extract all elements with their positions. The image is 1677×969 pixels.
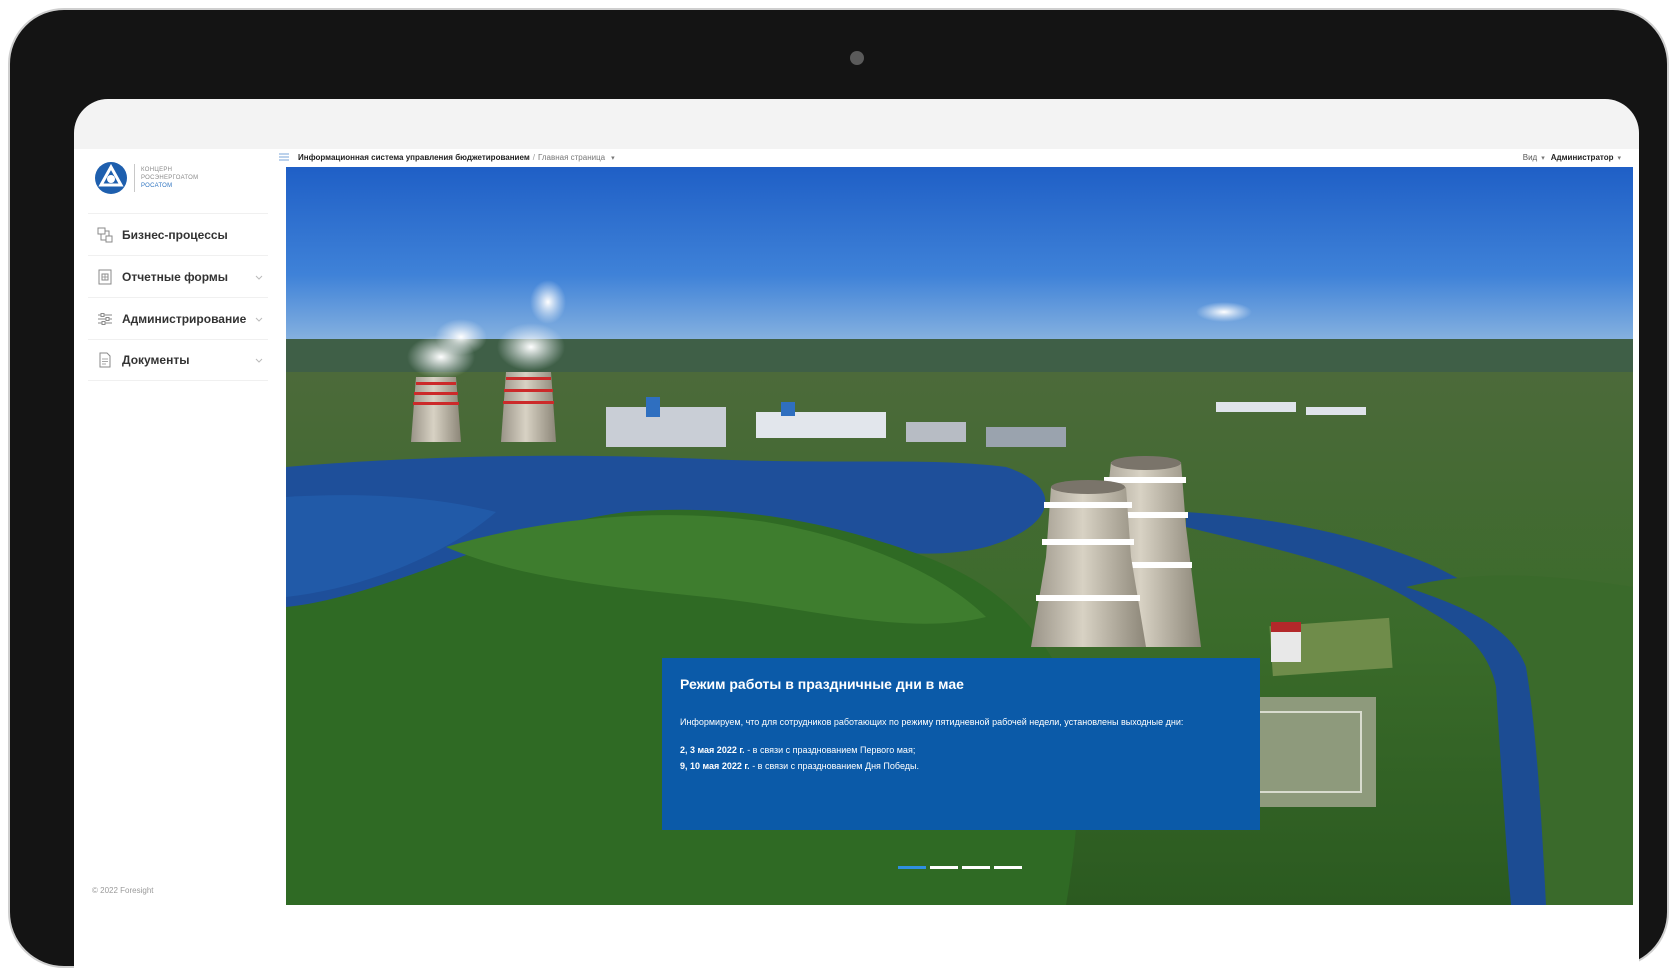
company-logo[interactable]: КОНЦЕРН РОСЭНЕРГОАТОМ РОСАТОМ bbox=[94, 161, 198, 195]
sidebar: КОНЦЕРН РОСЭНЕРГОАТОМ РОСАТОМ Бизнес-про… bbox=[74, 149, 274, 909]
logo-divider bbox=[134, 164, 135, 192]
copyright-text: © 2022 Foresight bbox=[92, 886, 154, 895]
top-bar: Информационная система управления бюджет… bbox=[274, 149, 1639, 167]
sidebar-item-report-forms[interactable]: Отчетные формы bbox=[88, 255, 268, 297]
news-card[interactable]: Режим работы в праздничные дни в мае Инф… bbox=[662, 658, 1260, 830]
sidebar-item-label: Отчетные формы bbox=[122, 269, 229, 284]
screen: КОНЦЕРН РОСЭНЕРГОАТОМ РОСАТОМ Бизнес-про… bbox=[74, 99, 1639, 969]
news-line-date: 9, 10 мая 2022 г. bbox=[680, 761, 750, 771]
view-menu[interactable]: Вид bbox=[1523, 153, 1537, 162]
view-dropdown-icon[interactable]: ▾ bbox=[1541, 155, 1545, 162]
slider-indicators bbox=[898, 866, 1026, 869]
chevron-down-icon[interactable] bbox=[254, 314, 264, 324]
page-dropdown-icon[interactable]: ▾ bbox=[611, 155, 615, 162]
logo-line2: РОСЭНЕРГОАТОМ bbox=[141, 175, 199, 181]
news-line: 2, 3 мая 2022 г. - в связи с праздновани… bbox=[680, 742, 1242, 758]
breadcrumb-current-page: Главная страница bbox=[537, 153, 606, 162]
news-title: Режим работы в праздничные дни в мае bbox=[680, 676, 964, 692]
admin-settings-icon bbox=[96, 310, 114, 328]
sidebar-item-documents[interactable]: Документы bbox=[88, 339, 268, 381]
logo-line1: КОНЦЕРН bbox=[141, 167, 173, 173]
user-menu[interactable]: Администратор bbox=[1551, 153, 1614, 162]
breadcrumb-app-name[interactable]: Информационная система управления бюджет… bbox=[298, 153, 530, 162]
news-line: 9, 10 мая 2022 г. - в связи с празднован… bbox=[680, 758, 1242, 774]
slide-indicator-1[interactable] bbox=[898, 866, 926, 869]
sidebar-item-business-processes[interactable]: Бизнес-процессы bbox=[88, 213, 268, 255]
slide-indicator-4[interactable] bbox=[994, 866, 1022, 869]
report-forms-icon bbox=[96, 268, 114, 286]
slide-indicator-3[interactable] bbox=[962, 866, 990, 869]
news-line-date: 2, 3 мая 2022 г. bbox=[680, 745, 745, 755]
sidebar-item-label: Бизнес-процессы bbox=[122, 227, 228, 242]
breadcrumb: Информационная система управления бюджет… bbox=[298, 153, 615, 162]
camera-dot bbox=[850, 51, 864, 65]
logo-text: КОНЦЕРН РОСЭНЕРГОАТОМ РОСАТОМ bbox=[141, 166, 198, 190]
news-text: Информируем, что для сотрудников работаю… bbox=[680, 717, 1184, 727]
hero-banner: Режим работы в праздничные дни в мае Инф… bbox=[286, 167, 1633, 905]
breadcrumb-separator: / bbox=[532, 153, 535, 162]
sidebar-item-label: Администрирование bbox=[122, 311, 247, 326]
process-icon bbox=[96, 226, 114, 244]
header-actions: Вид ▾ Администратор ▾ bbox=[1523, 153, 1627, 162]
device-frame: КОНЦЕРН РОСЭНЕРГОАТОМ РОСАТОМ Бизнес-про… bbox=[8, 8, 1669, 969]
chevron-down-icon[interactable] bbox=[254, 355, 264, 365]
chevron-down-icon[interactable] bbox=[254, 272, 264, 282]
document-icon bbox=[96, 351, 114, 369]
logo-line3: РОСАТОМ bbox=[141, 183, 173, 189]
user-dropdown-icon[interactable]: ▾ bbox=[1617, 155, 1621, 162]
slide-indicator-2[interactable] bbox=[930, 866, 958, 869]
sidebar-nav: Бизнес-процессы Отчетные формы Администр… bbox=[88, 213, 268, 381]
app-window: КОНЦЕРН РОСЭНЕРГОАТОМ РОСАТОМ Бизнес-про… bbox=[74, 149, 1639, 969]
rosatom-logo-icon bbox=[95, 162, 127, 194]
sidebar-item-label: Документы bbox=[122, 353, 190, 367]
news-line-desc: - в связи с празднованием Дня Победы. bbox=[749, 761, 919, 771]
news-line-desc: - в связи с празднованием Первого мая; bbox=[744, 745, 916, 755]
hamburger-menu-icon[interactable] bbox=[279, 153, 289, 161]
sidebar-item-administration[interactable]: Администрирование bbox=[88, 297, 268, 339]
